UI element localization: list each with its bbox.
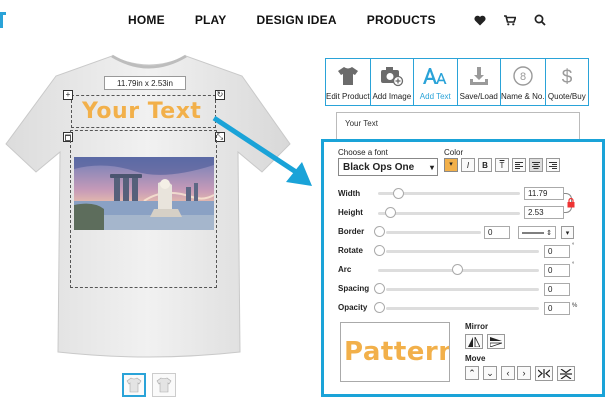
svg-text:$: $: [562, 67, 573, 87]
tab-quote-buy[interactable]: $ Quote/Buy: [546, 59, 588, 105]
height-slider[interactable]: [378, 212, 520, 215]
move-label: Move: [465, 354, 486, 363]
tab-edit-product[interactable]: Edit Product: [326, 59, 371, 105]
tab-label: Add Image: [372, 92, 412, 101]
svg-text:8: 8: [520, 71, 526, 83]
border-slider-handle[interactable]: [374, 226, 385, 237]
rotate-slider-handle[interactable]: [374, 245, 385, 256]
tab-label: Edit Product: [326, 92, 370, 101]
rotate-slider[interactable]: [386, 250, 539, 253]
chevron-right-icon: ›: [522, 368, 526, 378]
align-center-icon: [532, 161, 540, 169]
font-dropdown[interactable]: Black Ops One ▾: [338, 158, 438, 176]
dropdown-arrow-icon: ▾: [565, 229, 570, 237]
width-slider-handle[interactable]: [393, 188, 404, 199]
arc-input[interactable]: 0: [544, 264, 570, 277]
opacity-input[interactable]: 0: [544, 302, 570, 315]
rotate-label: Rotate: [338, 246, 363, 255]
border-style-select[interactable]: ⇕: [518, 226, 556, 239]
align-right-button[interactable]: [546, 158, 560, 172]
move-up-button[interactable]: ⌃: [465, 366, 479, 380]
pattern-preview-text: Pattern: [344, 337, 450, 367]
tab-add-image[interactable]: Add Image: [371, 59, 415, 105]
height-input[interactable]: 2.53: [524, 206, 564, 219]
height-label: Height: [338, 208, 363, 217]
move-left-button[interactable]: ‹: [501, 366, 515, 380]
italic-button[interactable]: I: [461, 158, 475, 172]
opacity-slider[interactable]: [386, 307, 539, 310]
tab-save-load[interactable]: Save/Load: [458, 59, 501, 105]
border-label: Border: [338, 227, 365, 236]
border-input[interactable]: 0: [484, 226, 510, 239]
tab-name-number[interactable]: 8 Name & No.: [501, 59, 546, 105]
chevron-down-icon: ⌄: [486, 367, 494, 378]
move-down-button[interactable]: ⌄: [483, 366, 497, 380]
color-label: Color: [444, 148, 464, 157]
opacity-label: Opacity: [338, 303, 368, 312]
text-format-buttons: I B T: [461, 158, 560, 172]
height-slider-handle[interactable]: [385, 207, 396, 218]
lock-icon[interactable]: [566, 198, 576, 208]
dollar-icon: $: [562, 67, 573, 87]
number-circle-icon: 8: [513, 66, 533, 86]
rotate-input[interactable]: 0: [544, 245, 570, 258]
color-picker[interactable]: ▾: [444, 158, 458, 172]
camera-add-icon: [380, 67, 403, 87]
pattern-preview[interactable]: Pattern: [340, 322, 450, 382]
arc-label: Arc: [338, 265, 352, 274]
tab-label: Quote/Buy: [547, 92, 586, 101]
spacing-slider[interactable]: [386, 288, 539, 291]
dropdown-arrow-icon: ⇕: [546, 229, 552, 237]
center-vertical-button[interactable]: [557, 366, 575, 381]
border-color-button[interactable]: ▾: [561, 226, 574, 239]
text-style-button[interactable]: T: [495, 158, 509, 172]
dropdown-arrow-icon: ▾: [449, 161, 453, 168]
flip-horizontal-icon: [468, 336, 480, 347]
mirror-horizontal-button[interactable]: [465, 334, 483, 349]
center-vertical-icon: [560, 368, 572, 379]
mirror-label: Mirror: [465, 322, 489, 331]
width-input[interactable]: 11.79: [524, 187, 564, 200]
chevron-left-icon: ‹: [506, 368, 510, 378]
degree-unit: °: [572, 262, 575, 268]
spacing-label: Spacing: [338, 284, 370, 293]
arc-slider-handle[interactable]: [452, 264, 463, 275]
text-aa-icon: [423, 68, 447, 84]
align-right-icon: [549, 161, 557, 169]
tab-label: Add Text: [419, 92, 451, 101]
tab-label: Save/Load: [459, 92, 498, 101]
shirt-icon: [337, 67, 358, 85]
line-style-icon: [522, 231, 544, 234]
spacing-slider-handle[interactable]: [374, 283, 385, 294]
align-center-button[interactable]: [529, 158, 543, 172]
opacity-slider-handle[interactable]: [374, 302, 385, 313]
font-label: Choose a font: [338, 148, 388, 157]
mirror-vertical-button[interactable]: [487, 334, 505, 349]
degree-unit: °: [572, 243, 575, 249]
center-horizontal-icon: [538, 369, 550, 378]
flip-vertical-icon: [490, 336, 502, 347]
dropdown-arrow-icon: ▾: [429, 163, 434, 172]
font-value: Black Ops One: [343, 162, 415, 173]
tab-add-text[interactable]: Add Text: [414, 59, 458, 105]
align-left-button[interactable]: [512, 158, 526, 172]
align-left-icon: [515, 161, 523, 169]
move-right-button[interactable]: ›: [517, 366, 531, 380]
border-slider[interactable]: [386, 231, 481, 234]
chevron-up-icon: ⌃: [468, 367, 476, 378]
width-label: Width: [338, 189, 361, 198]
tool-tabs: Edit Product Add Image Add Text Save/Loa…: [325, 58, 589, 106]
percent-unit: %: [572, 303, 578, 309]
center-horizontal-button[interactable]: [535, 366, 553, 381]
bold-button[interactable]: B: [478, 158, 492, 172]
download-tray-icon: [469, 67, 488, 85]
spacing-input[interactable]: 0: [544, 283, 570, 296]
tab-label: Name & No.: [500, 92, 545, 101]
